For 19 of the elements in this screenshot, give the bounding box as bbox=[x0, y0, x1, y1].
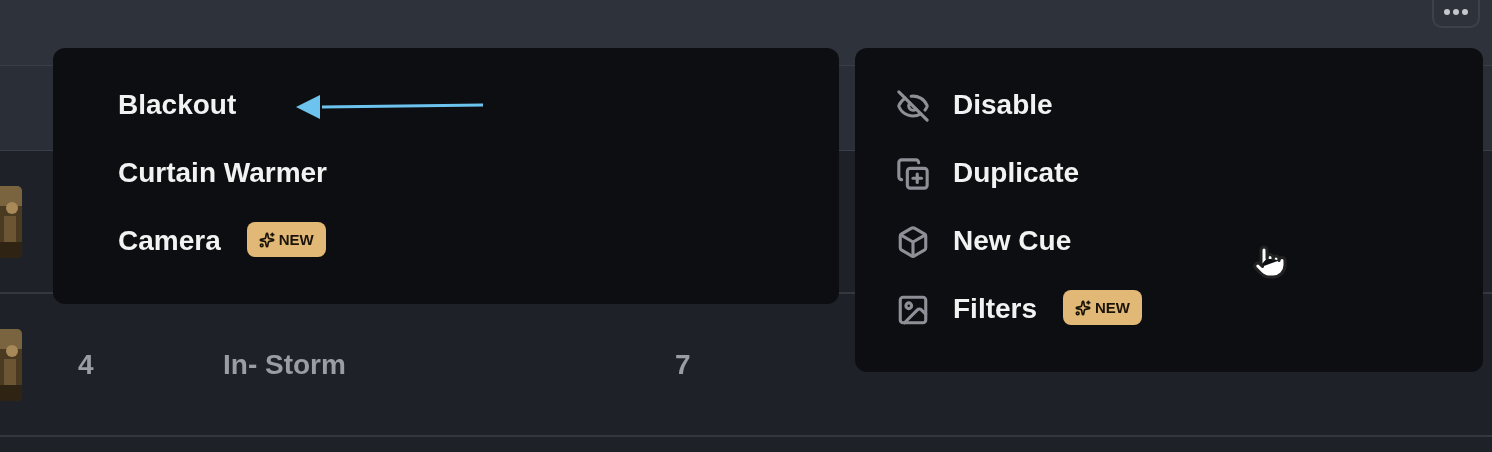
more-button[interactable] bbox=[1432, 0, 1480, 28]
menu-item[interactable]: Camera NEW bbox=[53, 222, 839, 290]
new-badge: NEW bbox=[246, 222, 326, 257]
image-icon bbox=[896, 293, 930, 327]
menu-item[interactable]: Filters NEW bbox=[855, 290, 1483, 358]
eye-off-icon bbox=[896, 89, 930, 123]
cue-number: 4 bbox=[78, 348, 95, 381]
menu-item[interactable]: Curtain Warmer bbox=[53, 154, 839, 222]
table-cell-text: 7 bbox=[675, 348, 692, 381]
new-badge: NEW bbox=[1063, 290, 1143, 325]
menu-item[interactable]: Blackout bbox=[53, 86, 839, 154]
menu-item[interactable]: Duplicate bbox=[855, 154, 1483, 222]
copy-icon bbox=[896, 157, 930, 191]
cue-name: In- Storm bbox=[223, 348, 347, 381]
cube-icon bbox=[896, 225, 930, 259]
menu-item[interactable]: New Cue bbox=[855, 222, 1483, 290]
hand-cursor-icon bbox=[1252, 244, 1288, 280]
more-icon bbox=[1444, 9, 1468, 15]
menu-item[interactable]: Disable bbox=[855, 86, 1483, 154]
